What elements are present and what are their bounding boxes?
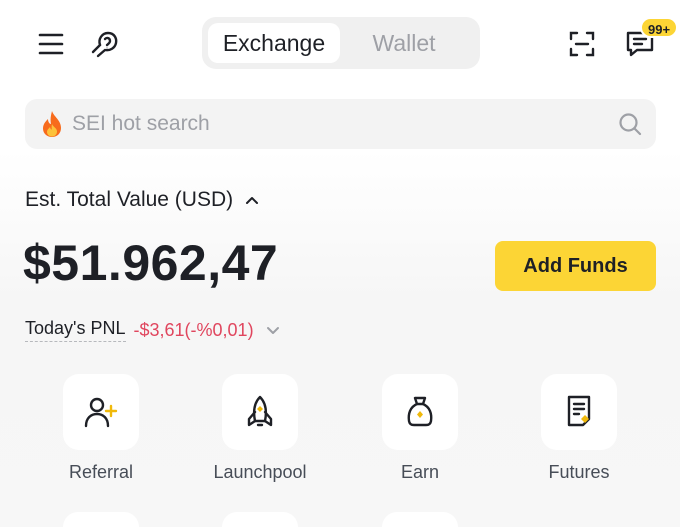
- futures-label: Futures: [548, 462, 610, 482]
- search-bar[interactable]: SEI hot search: [25, 99, 656, 149]
- tab-wallet[interactable]: Wallet: [340, 23, 468, 63]
- search-placeholder: SEI hot search: [72, 112, 210, 135]
- fire-icon: [39, 110, 65, 138]
- menu-icon[interactable]: [34, 27, 68, 61]
- launchpool-label: Launchpool: [213, 462, 307, 482]
- est-total-label: Est. Total Value (USD): [25, 188, 234, 211]
- tab-exchange[interactable]: Exchange: [208, 23, 340, 63]
- todays-pnl[interactable]: Today's PNL -$3,61(-%0,01): [25, 318, 280, 342]
- referral-label: Referral: [68, 462, 134, 482]
- referral-button[interactable]: [63, 374, 139, 450]
- earn-button[interactable]: [382, 374, 458, 450]
- est-total-value[interactable]: Est. Total Value (USD): [25, 188, 259, 212]
- total-balance: $51.962,47: [23, 235, 279, 291]
- earn-icon: [407, 396, 433, 427]
- customer-service-icon[interactable]: [86, 25, 124, 63]
- launchpool-button[interactable]: [222, 374, 298, 450]
- search-icon[interactable]: [618, 112, 642, 136]
- pnl-label: Today's PNL: [25, 318, 126, 342]
- shortcut-tile-partial[interactable]: [382, 512, 458, 527]
- futures-icon: [567, 395, 591, 427]
- pnl-value: -$3,61(-%0,01): [133, 319, 254, 340]
- earn-label: Earn: [400, 462, 440, 482]
- shortcut-tile-partial[interactable]: [222, 512, 298, 527]
- exchange-wallet-switch: Exchange Wallet: [202, 17, 480, 69]
- futures-button[interactable]: [541, 374, 617, 450]
- launchpool-icon: [247, 395, 273, 427]
- chevron-up-icon: [246, 197, 259, 204]
- chevron-down-icon: [266, 327, 279, 334]
- referral-icon: [84, 397, 118, 428]
- shortcut-tile-partial[interactable]: [63, 512, 139, 527]
- notification-badge: 99+: [640, 17, 679, 38]
- add-funds-button[interactable]: Add Funds: [495, 241, 656, 291]
- scan-icon[interactable]: [566, 28, 598, 60]
